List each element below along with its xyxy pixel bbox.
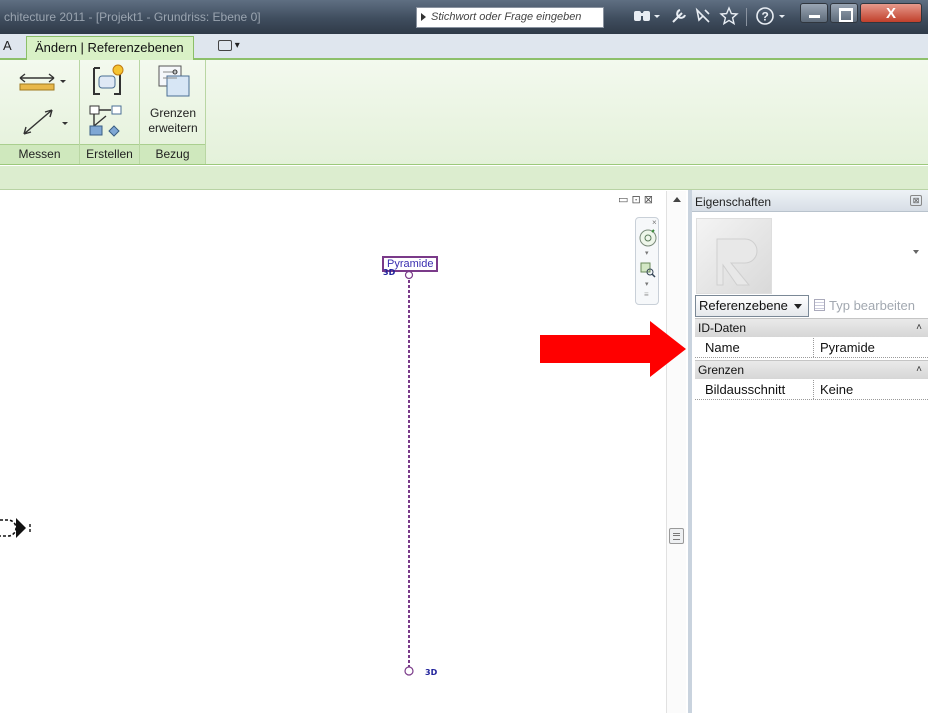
properties-palette: Eigenschaften ⊠ Referenzebene Typ bearbe… — [688, 190, 928, 713]
zoom-icon[interactable] — [640, 262, 656, 281]
type-preview-dropdown-icon[interactable] — [913, 250, 919, 254]
panel-label-datum: Bezug — [140, 144, 205, 164]
panel-create: Erstellen — [80, 60, 140, 164]
property-value-scope-box[interactable]: Keine — [813, 380, 928, 399]
create-group-icon[interactable] — [90, 64, 128, 101]
tab-modify-reference-planes[interactable]: Ändern | Referenzebenen — [26, 36, 194, 60]
measure-distance-icon[interactable] — [18, 68, 66, 97]
minimize-button[interactable] — [800, 3, 828, 23]
panel-label-measure: Messen — [0, 144, 79, 164]
navigation-bar: × ▾ ▾ ≡ — [635, 217, 659, 305]
vertical-scrollbar[interactable] — [666, 191, 686, 713]
zoom-dropdown-icon[interactable]: ▾ — [645, 280, 649, 288]
help-icon[interactable]: ? — [754, 6, 790, 28]
scrollbar-thumb[interactable] — [669, 528, 684, 544]
property-row-scope-box: Bildausschnitt Keine — [695, 380, 928, 400]
edit-type-button[interactable]: Typ bearbeiten — [814, 298, 915, 313]
group-header-extents[interactable]: Grenzen ˄ — [695, 360, 928, 379]
extend-crop-icon — [157, 64, 191, 105]
collapse-icon[interactable]: ˄ — [916, 361, 922, 379]
options-bar — [0, 166, 928, 190]
3d-extents-tag-bottom[interactable]: 3D — [425, 668, 437, 677]
star-icon[interactable] — [718, 6, 740, 28]
ribbon-minimize-toggle[interactable]: ▾ — [218, 40, 248, 54]
toolbar-separator — [746, 8, 747, 26]
collapse-icon[interactable]: ˄ — [916, 319, 922, 337]
view-window-controls[interactable]: ▭ ⊡ ⊠ — [618, 193, 653, 206]
reference-plane-line[interactable] — [396, 261, 426, 681]
group-header-identity-data[interactable]: ID-Daten ˄ — [695, 318, 928, 337]
title-bar: chitecture 2011 - [Projekt1 - Grundriss:… — [0, 0, 928, 34]
scroll-up-icon[interactable] — [673, 197, 681, 202]
app-title: chitecture 2011 - [Projekt1 - Grundriss:… — [4, 10, 261, 24]
extend-crop-button[interactable]: Grenzen erweitern — [140, 60, 206, 144]
red-pointer-arrow-icon — [540, 321, 686, 377]
close-icon: X — [885, 5, 896, 22]
maximize-button[interactable] — [830, 3, 858, 23]
extend-crop-label: Grenzen erweitern — [148, 106, 198, 135]
property-row-name: Name Pyramide — [695, 338, 928, 358]
close-button[interactable]: X — [860, 3, 922, 23]
chevron-down-icon — [794, 304, 802, 309]
steering-wheel-icon[interactable] — [638, 228, 658, 251]
property-value-name[interactable]: Pyramide — [813, 338, 928, 357]
type-selector[interactable]: Referenzebene — [695, 295, 809, 317]
panel-datum: Grenzen erweitern Bezug — [140, 60, 206, 164]
expand-arrow-icon[interactable] — [421, 13, 426, 21]
search-placeholder: Stichwort oder Frage eingeben — [431, 11, 582, 23]
drawing-canvas[interactable]: ▭ ⊡ ⊠ × ▾ ▾ ≡ Pyramide 3D 3D — [0, 191, 686, 713]
search-input[interactable]: Stichwort oder Frage eingeben — [416, 7, 604, 28]
ribbon: Messen Erstellen Grenzen erweitern Bezug — [0, 60, 928, 165]
panel-measure: Messen — [0, 60, 80, 164]
nav-bar-menu-icon[interactable]: ≡ — [644, 290, 649, 299]
binoculars-icon[interactable] — [630, 6, 664, 28]
type-preview-image — [696, 218, 772, 294]
wheel-dropdown-icon[interactable]: ▾ — [645, 249, 649, 257]
elevation-marker-icon[interactable] — [0, 516, 40, 543]
properties-close-icon[interactable]: ⊠ — [910, 195, 922, 206]
create-assembly-icon[interactable] — [88, 104, 130, 141]
tab-previous[interactable]: A — [3, 38, 12, 53]
properties-title: Eigenschaften — [695, 195, 772, 209]
ribbon-tab-row: A Ändern | Referenzebenen ▾ — [0, 34, 928, 60]
edit-type-icon — [814, 299, 825, 311]
satellite-icon[interactable] — [692, 6, 714, 28]
nav-bar-close-icon[interactable]: × — [652, 218, 657, 227]
tools-icon[interactable] — [668, 6, 690, 28]
svg-text:?: ? — [762, 10, 769, 24]
3d-extents-tag-top[interactable]: 3D — [383, 268, 395, 277]
panel-label-create: Erstellen — [80, 144, 139, 164]
measure-aligned-icon[interactable] — [20, 104, 68, 141]
properties-header: Eigenschaften ⊠ — [692, 190, 928, 212]
